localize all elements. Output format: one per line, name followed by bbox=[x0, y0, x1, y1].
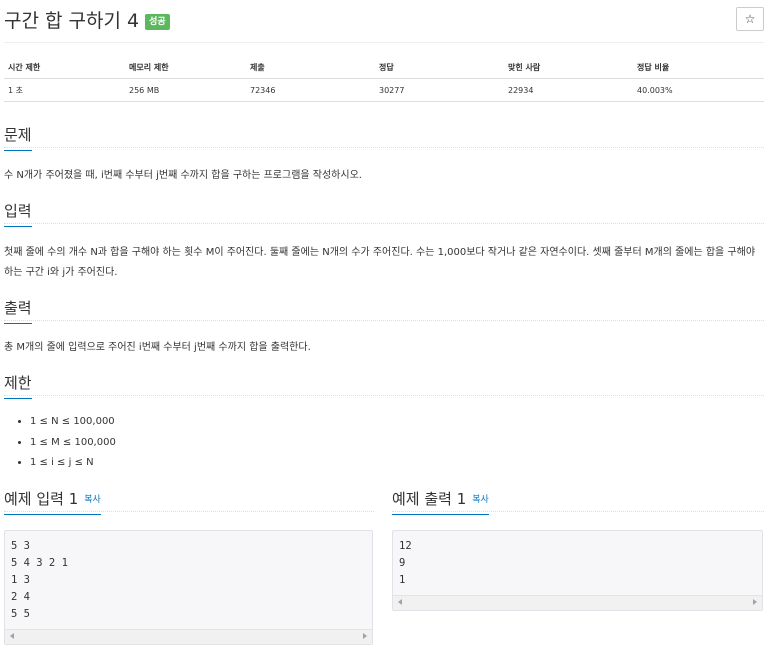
sample-input-line: 5 4 3 2 1 bbox=[11, 557, 68, 569]
section-divider bbox=[4, 147, 764, 148]
info-value-submit: 72346 bbox=[246, 78, 375, 102]
info-header-row: 시간 제한 메모리 제한 제출 정답 맞힌 사람 정답 비율 bbox=[4, 56, 764, 79]
scroll-right-icon[interactable] bbox=[363, 633, 367, 639]
sample-input-box: 5 3 5 4 3 2 1 1 3 2 4 5 5 bbox=[4, 530, 373, 645]
info-value-memory: 256 MB bbox=[125, 78, 246, 102]
section-divider bbox=[392, 511, 764, 512]
info-value-solvers: 22934 bbox=[504, 78, 633, 102]
horizontal-scrollbar[interactable] bbox=[5, 629, 372, 644]
input-section-header: 입력 bbox=[4, 200, 764, 227]
problem-description: 수 N개가 주어졌을 때, i번째 수부터 j번째 수까지 합을 구하는 프로그… bbox=[4, 170, 362, 181]
sample-output-box: 12 9 1 bbox=[392, 530, 763, 611]
output-description: 총 M개의 줄에 입력으로 주어진 i번째 수부터 j번째 수까지 합을 출력한… bbox=[4, 342, 311, 353]
output-section-header: 출력 bbox=[4, 297, 764, 324]
section-divider bbox=[4, 320, 764, 321]
limit-item: 1 ≤ i ≤ j ≤ N bbox=[30, 453, 116, 474]
sample-input-line: 2 4 bbox=[11, 591, 30, 603]
section-divider bbox=[4, 395, 764, 396]
copy-input-link[interactable]: 복사 bbox=[84, 495, 101, 505]
star-button[interactable]: ☆ bbox=[736, 7, 764, 31]
title-row: 구간 합 구하기 4 성공 ☆ bbox=[4, 6, 764, 36]
limit-item: 1 ≤ M ≤ 100,000 bbox=[30, 433, 116, 454]
info-header-memory: 메모리 제한 bbox=[125, 56, 246, 79]
sample-input-line: 1 3 bbox=[11, 574, 30, 586]
problem-section-header: 문제 bbox=[4, 124, 764, 151]
info-header-submit: 제출 bbox=[246, 56, 375, 79]
info-header-accepted: 정답 bbox=[375, 56, 504, 79]
problem-page: 구간 합 구하기 4 성공 ☆ 시간 제한 메모리 제한 제출 정답 맞힌 사람 … bbox=[0, 0, 768, 656]
info-value-time: 1 초 bbox=[4, 78, 125, 102]
problem-info-table: 시간 제한 메모리 제한 제출 정답 맞힌 사람 정답 비율 1 초 256 M… bbox=[4, 56, 764, 102]
horizontal-scrollbar[interactable] bbox=[393, 595, 762, 610]
input-description: 첫째 줄에 수의 개수 N과 합을 구해야 하는 횟수 M이 주어진다. 둘째 … bbox=[4, 247, 756, 278]
sample-input-header: 예제 입력 1 복사 bbox=[4, 488, 374, 515]
scroll-left-icon[interactable] bbox=[10, 633, 14, 639]
scroll-right-icon[interactable] bbox=[753, 599, 757, 605]
info-header-ratio: 정답 비율 bbox=[633, 56, 764, 79]
sample-output-line: 12 bbox=[399, 540, 412, 552]
section-divider bbox=[4, 223, 764, 224]
sample-output-title-text: 예제 출력 1 bbox=[392, 490, 467, 508]
sample-input-title-text: 예제 입력 1 bbox=[4, 490, 79, 508]
sample-output-line: 9 bbox=[399, 557, 406, 569]
title-divider bbox=[4, 42, 764, 43]
limit-item: 1 ≤ N ≤ 100,000 bbox=[30, 412, 116, 433]
sample-input-line: 5 3 bbox=[11, 540, 30, 552]
copy-output-link[interactable]: 복사 bbox=[472, 495, 489, 505]
sample-output-line: 1 bbox=[399, 574, 406, 586]
star-icon: ☆ bbox=[744, 12, 756, 26]
section-divider bbox=[4, 511, 374, 512]
problem-title-text: 구간 합 구하기 4 bbox=[4, 10, 140, 32]
info-header-time: 시간 제한 bbox=[4, 56, 125, 79]
info-value-ratio: 40.003% bbox=[633, 78, 764, 102]
status-badge: 성공 bbox=[145, 14, 170, 30]
page-title: 구간 합 구하기 4 성공 bbox=[4, 6, 170, 33]
sample-input-line: 5 5 bbox=[11, 608, 30, 620]
info-value-row: 1 초 256 MB 72346 30277 22934 40.003% bbox=[4, 78, 764, 102]
scroll-left-icon[interactable] bbox=[398, 599, 402, 605]
sample-output-header: 예제 출력 1 복사 bbox=[392, 488, 764, 515]
limit-section-header: 제한 bbox=[4, 372, 764, 399]
info-header-solvers: 맞힌 사람 bbox=[504, 56, 633, 79]
sample-output-content: 12 9 1 bbox=[393, 531, 762, 589]
sample-input-content: 5 3 5 4 3 2 1 1 3 2 4 5 5 bbox=[5, 531, 372, 623]
limit-list: 1 ≤ N ≤ 100,000 1 ≤ M ≤ 100,000 1 ≤ i ≤ … bbox=[4, 412, 116, 474]
info-value-accepted: 30277 bbox=[375, 78, 504, 102]
